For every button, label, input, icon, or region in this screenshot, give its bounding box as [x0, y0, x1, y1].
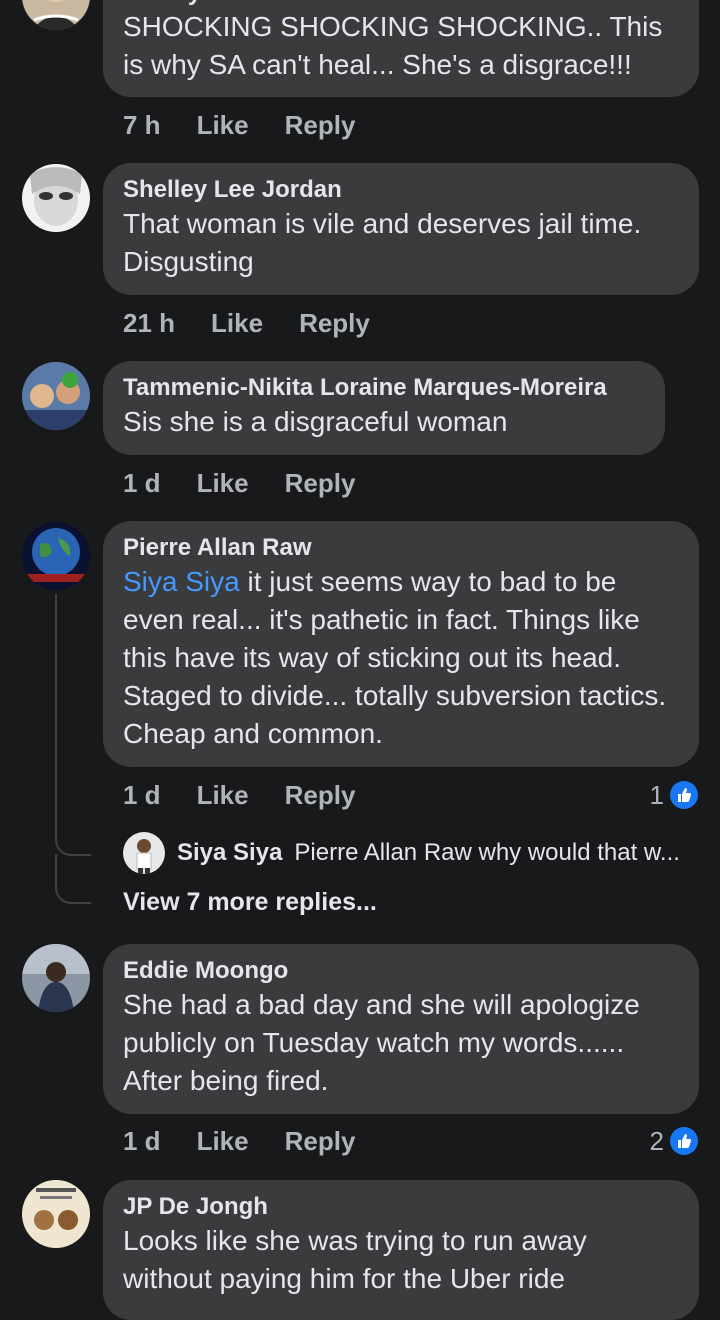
reply-button[interactable]: Reply: [285, 110, 356, 141]
like-button[interactable]: Like: [197, 1126, 249, 1157]
like-button[interactable]: Like: [197, 110, 249, 141]
comment-author[interactable]: Tammenic-Nikita Loraine Marques-Moreira: [123, 373, 645, 403]
comment-text: SHOCKING SHOCKING SHOCKING.. This is why…: [123, 11, 663, 80]
comment-actions: 21 h Like Reply: [123, 306, 370, 340]
comment-author[interactable]: Pierre Allan Raw: [123, 533, 679, 563]
comment-time[interactable]: 7 h: [123, 110, 161, 141]
avatar[interactable]: [22, 164, 90, 232]
reply-author[interactable]: Siya Siya: [177, 839, 282, 867]
reply-button[interactable]: Reply: [285, 468, 356, 499]
avatar[interactable]: [123, 832, 165, 874]
reaction-count: 2: [649, 1125, 664, 1156]
thumbs-up-icon: [668, 779, 700, 811]
comment-bubble: Pierre Allan Raw Siya Siya it just seems…: [103, 521, 699, 767]
comment-actions: 1 d Like Reply: [123, 466, 355, 500]
comment-author[interactable]: Eddie Moongo: [123, 956, 679, 986]
avatar[interactable]: [22, 1180, 90, 1248]
avatar[interactable]: [22, 944, 90, 1012]
comment-time[interactable]: 21 h: [123, 308, 175, 339]
avatar[interactable]: [22, 0, 90, 30]
comment-bubble: Tammenic-Nikita Loraine Marques-Moreira …: [103, 361, 665, 455]
comment-actions: 1 d Like Reply: [123, 778, 355, 812]
comment-bubble: Wendy Nichols Lotz SHOCKING SHOCKING SHO…: [103, 0, 699, 97]
reply-button[interactable]: Reply: [285, 780, 356, 811]
thread-line: [55, 854, 91, 904]
thread-line: [55, 594, 91, 856]
reaction-summary[interactable]: 1: [650, 778, 700, 812]
thumbs-up-icon: [668, 1125, 700, 1157]
like-button[interactable]: Like: [197, 468, 249, 499]
comment-author[interactable]: Wendy Nichols Lotz: [123, 0, 679, 8]
view-more-replies-link[interactable]: View 7 more replies...: [123, 888, 377, 917]
comment-bubble: Shelley Lee Jordan That woman is vile an…: [103, 163, 699, 295]
reply-text: Pierre Allan Raw why would that w...: [294, 839, 680, 866]
comment-time[interactable]: 1 d: [123, 468, 161, 499]
like-button[interactable]: Like: [211, 308, 263, 339]
comment-author[interactable]: Shelley Lee Jordan: [123, 175, 679, 205]
comment-author[interactable]: JP De Jongh: [123, 1192, 679, 1222]
comment-text: Sis she is a disgraceful woman: [123, 406, 508, 437]
comment-bubble: Eddie Moongo She had a bad day and she w…: [103, 944, 699, 1114]
comment-bubble: JP De Jongh Looks like she was trying to…: [103, 1180, 699, 1320]
reaction-count: 1: [649, 779, 664, 810]
avatar[interactable]: [22, 522, 90, 590]
reaction-summary[interactable]: 2: [650, 1124, 700, 1158]
comment-time[interactable]: 1 d: [123, 1126, 161, 1157]
comment-text: Siya Siya it just seems way to bad to be…: [123, 563, 679, 753]
avatar[interactable]: [22, 362, 90, 430]
reply-button[interactable]: Reply: [285, 1126, 356, 1157]
mention-link[interactable]: Siya Siya: [123, 566, 240, 597]
comment-text: She had a bad day and she will apologize…: [123, 989, 640, 1096]
comment-time[interactable]: 1 d: [123, 780, 161, 811]
comment-actions: 1 d Like Reply: [123, 1124, 355, 1158]
comment-text: That woman is vile and deserves jail tim…: [123, 208, 642, 277]
reply-preview[interactable]: Siya Siya Pierre Allan Raw why would tha…: [123, 830, 703, 876]
reply-button[interactable]: Reply: [299, 308, 370, 339]
comment-actions: 7 h Like Reply: [123, 108, 355, 142]
comment-text: Looks like she was trying to run away wi…: [123, 1225, 587, 1294]
like-button[interactable]: Like: [197, 780, 249, 811]
